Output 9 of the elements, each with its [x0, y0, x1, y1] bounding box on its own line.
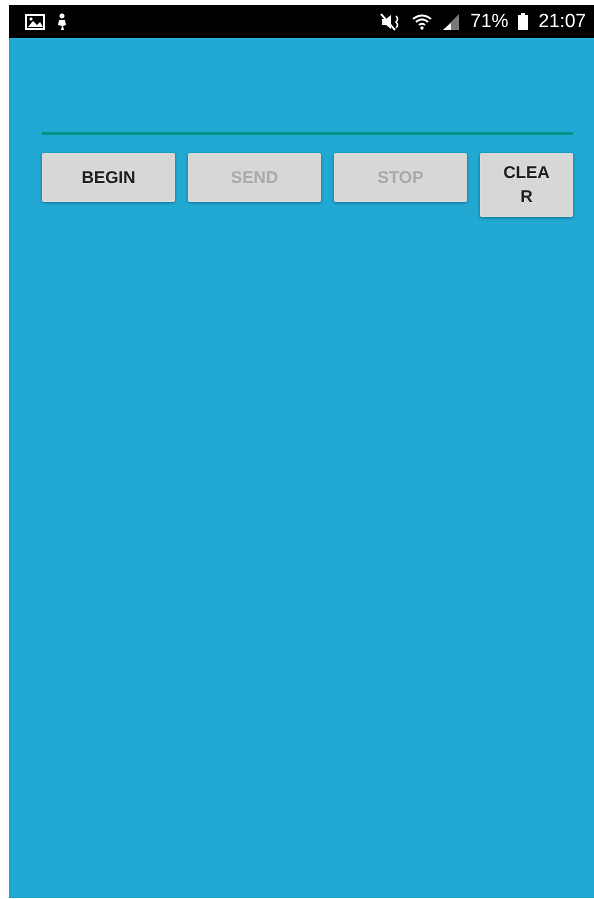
figure-icon	[55, 12, 69, 30]
battery-icon	[518, 13, 528, 30]
clock-time: 21:07	[538, 10, 586, 32]
signal-icon	[442, 12, 460, 30]
action-button[interactable]: CLEAR	[480, 153, 573, 217]
battery-percent: 71%	[470, 10, 508, 32]
image-icon	[25, 14, 45, 30]
action-button[interactable]: BEGIN	[42, 153, 175, 202]
wifi-icon	[412, 12, 432, 30]
